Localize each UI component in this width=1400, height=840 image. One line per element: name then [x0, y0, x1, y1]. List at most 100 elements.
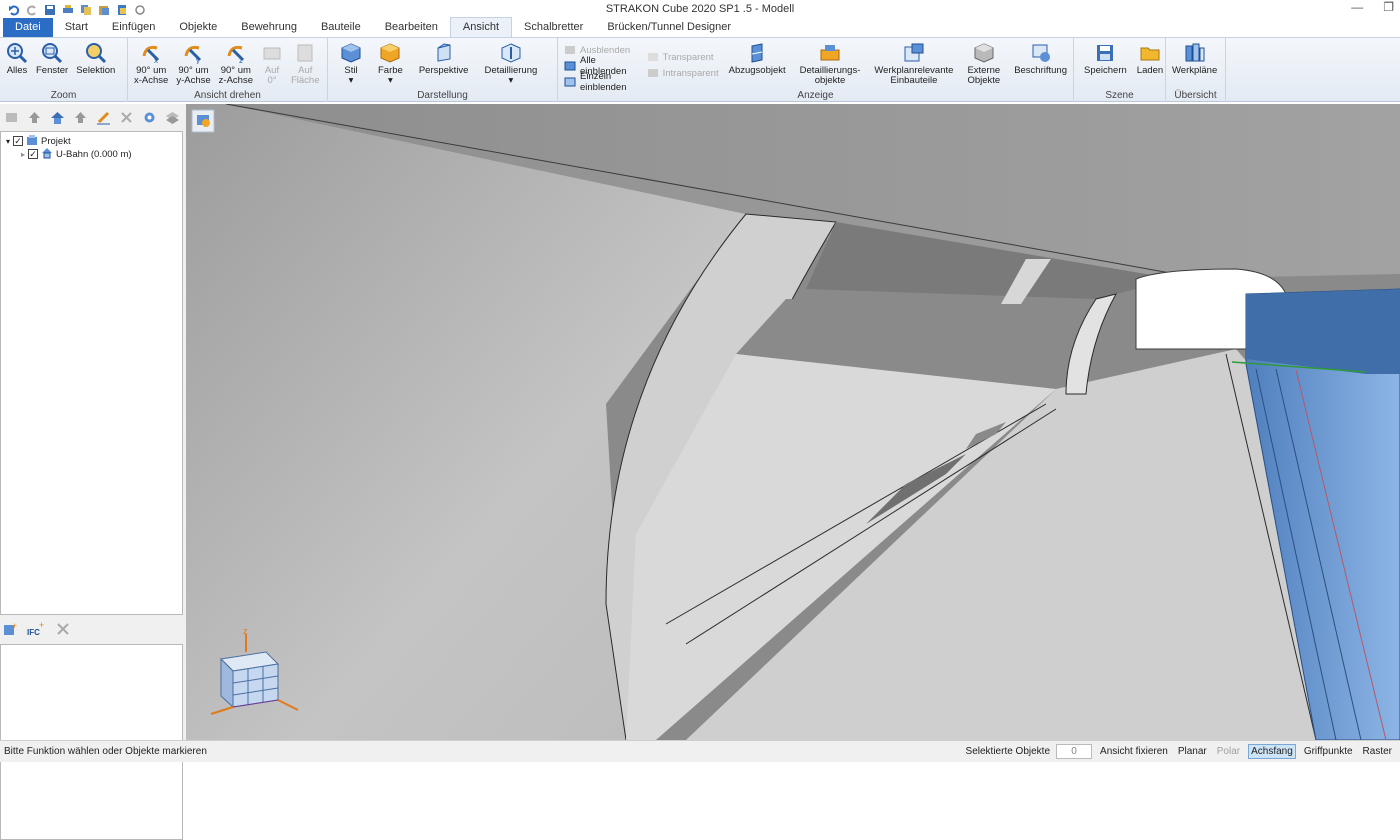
zoom-window-button[interactable]: Fenster	[32, 40, 72, 78]
perspective-button[interactable]: Perspektive	[415, 40, 473, 78]
tab-einfuegen[interactable]: Einfügen	[100, 18, 167, 37]
level-down-icon[interactable]	[73, 110, 88, 125]
tab-datei[interactable]: Datei	[3, 18, 53, 37]
intransparent-button[interactable]: Intransparent	[647, 66, 719, 80]
visibility-icon[interactable]	[142, 110, 157, 125]
edit-icon[interactable]	[96, 110, 111, 125]
tunnel-scene: z	[186, 104, 1400, 740]
group-label-ansicht-drehen: Ansicht drehen	[194, 90, 261, 101]
3d-viewport[interactable]: z	[186, 104, 1400, 740]
axis-snap-toggle[interactable]: Achsfang	[1248, 744, 1296, 759]
svg-text:z: z	[239, 56, 243, 64]
detail-objects-icon	[819, 42, 841, 64]
grid-toggle[interactable]: Raster	[1361, 745, 1394, 758]
maximize-button[interactable]: ❐	[1383, 0, 1394, 14]
external-objects-button[interactable]: Externe Objekte	[963, 40, 1004, 88]
tree-checkbox[interactable]: ✓	[13, 136, 24, 146]
intransparent-icon	[647, 67, 659, 79]
group-label-uebersicht: Übersicht	[1174, 90, 1217, 101]
minimize-button[interactable]: —	[1351, 0, 1363, 14]
work-plans-button[interactable]: Werkpläne	[1168, 40, 1221, 78]
scene-load-button[interactable]: Laden	[1133, 40, 1167, 78]
rotate-z-button[interactable]: z 90° um z-Achse	[215, 40, 257, 88]
polar-toggle[interactable]: Polar	[1215, 745, 1242, 758]
group-darstellung: Stil ▾ Farbe ▾ Perspektive Detaillierung ▾ …	[328, 38, 558, 102]
status-toggles: Selektierte Objekte 0 Ansicht fixieren P…	[966, 744, 1394, 759]
rotate-zero-button[interactable]: Auf 0°	[257, 40, 287, 88]
show-all-icon	[564, 60, 576, 72]
delete-icon[interactable]	[119, 110, 134, 125]
external-objects-icon	[973, 42, 995, 64]
folder-icon	[1139, 42, 1161, 64]
group-label-darstellung: Darstellung	[417, 90, 468, 101]
cube-style-icon	[340, 42, 362, 64]
ribbon-tabs: Datei Start Einfügen Objekte Bewehrung B…	[0, 17, 1400, 38]
svg-text:+: +	[39, 621, 44, 630]
svg-text:y: y	[196, 56, 200, 64]
tree-node-project[interactable]: ▾ ✓ Projekt	[1, 134, 182, 149]
tab-bauteile[interactable]: Bauteile	[309, 18, 373, 37]
status-message: Bitte Funktion wählen oder Objekte marki…	[4, 746, 207, 757]
layers-icon[interactable]	[165, 110, 180, 125]
structure-icon	[41, 147, 53, 162]
tab-bearbeiten[interactable]: Bearbeiten	[373, 18, 450, 37]
level-up-icon[interactable]	[27, 110, 42, 125]
magnifier-icon	[6, 42, 28, 64]
tab-start[interactable]: Start	[53, 18, 100, 37]
grip-points-toggle[interactable]: Griffpunkte	[1302, 745, 1355, 758]
project-icon	[26, 134, 38, 149]
tab-schalbretter[interactable]: Schalbretter	[512, 18, 595, 37]
stack-icon[interactable]	[4, 110, 19, 125]
group-zoom: Alles Fenster Selektion Zoom	[0, 38, 128, 102]
labeling-button[interactable]: Beschriftung	[1010, 40, 1071, 78]
group-szene: Speichern Laden Szene	[1074, 38, 1166, 102]
style-button[interactable]: Stil ▾	[336, 40, 366, 88]
tab-bruecken-tunnel-designer[interactable]: Brücken/Tunnel Designer	[595, 18, 743, 37]
remove-icon[interactable]	[55, 621, 71, 640]
rotate-x-button[interactable]: x 90° um x-Achse	[130, 40, 172, 88]
tab-objekte[interactable]: Objekte	[167, 18, 229, 37]
planar-toggle[interactable]: Planar	[1176, 745, 1209, 758]
svg-text:+: +	[12, 621, 17, 631]
transparency-list: Transparent Intransparent	[647, 40, 719, 80]
rotate-surface-button[interactable]: Auf Fläche	[287, 40, 324, 88]
detail-level-button[interactable]: Detaillierung ▾	[480, 40, 541, 88]
add-ifc-icon[interactable]: IFC +	[27, 620, 47, 640]
expand-icon[interactable]: ▸	[21, 150, 25, 159]
left-panel: ▾ ✓ Projekt ▸ ✓ U-Bahn (0.000 m) + IFC +	[0, 104, 186, 840]
group-anzeige: Ausblenden Alle einblenden Einzeln einbl…	[558, 38, 1074, 102]
zoom-selection-button[interactable]: Selektion	[72, 40, 119, 78]
tab-bewehrung[interactable]: Bewehrung	[229, 18, 309, 37]
zoom-selection-icon	[85, 42, 107, 64]
tree-checkbox[interactable]: ✓	[28, 149, 39, 159]
group-label-szene: Szene	[1105, 90, 1134, 101]
svg-text:z: z	[243, 626, 248, 636]
detail-objects-button[interactable]: Detaillierungs-objekte	[796, 40, 865, 88]
add-model-icon[interactable]: +	[3, 621, 19, 640]
deduction-object-button[interactable]: Abzugsobjekt	[725, 40, 790, 78]
detail-level-icon	[500, 42, 522, 64]
zoom-all-button[interactable]: Alles	[2, 40, 32, 78]
title-bar: STRAKON Cube 2020 SP1 .5 - Modell — ❐	[0, 0, 1400, 19]
color-button[interactable]: Farbe ▾	[374, 40, 407, 88]
group-ansicht-drehen: x 90° um x-Achse y 90° um y-Achse z 90° um…	[128, 38, 328, 102]
show-single-button[interactable]: Einzeln einblenden	[564, 71, 635, 93]
collapse-icon[interactable]: ▾	[6, 137, 10, 146]
rotate-y-button[interactable]: y 90° um y-Achse	[172, 40, 214, 88]
rotate-surface-icon	[294, 42, 316, 64]
tree-node-ubahn[interactable]: ▸ ✓ U-Bahn (0.000 m)	[1, 147, 182, 162]
fix-view-toggle[interactable]: Ansicht fixieren	[1098, 745, 1170, 758]
group-label-zoom: Zoom	[50, 90, 77, 101]
save-icon	[1094, 42, 1116, 64]
perspective-icon	[433, 42, 455, 64]
scene-save-button[interactable]: Speichern	[1080, 40, 1131, 78]
relevant-parts-button[interactable]: Werkplanrelevante Einbauteile	[870, 40, 957, 88]
group-label-anzeige: Anzeige	[797, 90, 834, 101]
tab-ansicht[interactable]: Ansicht	[449, 17, 512, 37]
transparent-icon	[647, 51, 659, 63]
rotate-z-icon: z	[225, 42, 247, 64]
selected-objects-label: Selektierte Objekte	[965, 746, 1051, 757]
transparent-button[interactable]: Transparent	[647, 50, 719, 64]
home-icon[interactable]	[50, 110, 65, 125]
selected-objects-count: 0	[1056, 744, 1093, 759]
